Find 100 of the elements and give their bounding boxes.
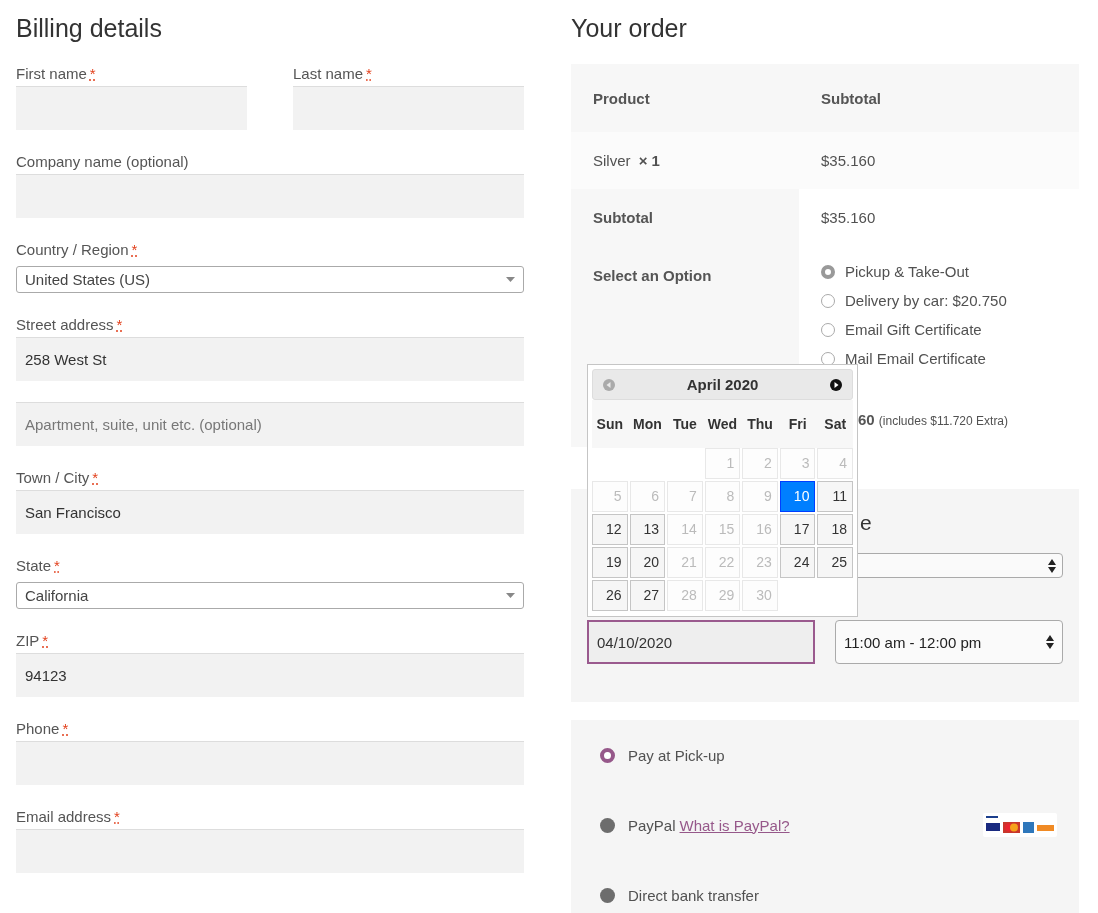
radio-button[interactable] [600,817,615,833]
option-label: Mail Email Certificate [845,350,986,367]
calendar-day[interactable]: 18 [817,514,853,545]
option-label: Pickup & Take-Out [845,263,969,280]
weekday-label: Tue [672,416,698,432]
product-name: Silver [593,152,631,169]
payment-method-label: Pay at Pick-up [628,746,725,764]
calendar-day: 3 [779,448,816,479]
radio-button[interactable] [821,322,835,337]
input-field[interactable] [16,174,524,218]
calendar-day[interactable]: 13 [629,514,666,545]
field-label: Company name (optional) [16,153,189,170]
required-mark: * [131,241,138,258]
calendar-day: 14 [667,514,703,545]
required-mark: * [54,557,60,574]
field-label: ZIP [16,632,40,649]
field-label: Country / Region [16,241,129,258]
calendar-day[interactable]: 25 [817,547,853,578]
next-month-icon[interactable] [830,378,842,391]
what-is-paypal-link[interactable]: What is PayPal? [679,816,790,834]
calendar-day: 9 [742,481,778,512]
calendar-day[interactable]: 10 [779,481,816,512]
field-label: Town / City [16,469,90,486]
required-mark: * [62,720,69,737]
calendar-day: 28 [667,580,703,611]
field-label: Street address [16,316,114,333]
calendar-day: 16 [742,514,778,545]
calendar-day: 29 [704,580,741,611]
option-label: Delivery by car: $20.750 [845,292,1007,309]
weekday-label: Sun [595,416,624,432]
input-field[interactable]: San Francisco [16,490,524,534]
calendar-day[interactable]: 12 [592,514,628,545]
input-field[interactable] [293,86,524,130]
select-field[interactable]: California [16,582,524,609]
month-title: April 2020 [686,376,759,393]
weekday-label: Fri [787,416,808,432]
updown-icon [1046,635,1054,649]
calendar-day: 1 [704,448,741,479]
input-field[interactable] [16,741,524,785]
input-field[interactable]: 94123 [16,653,524,697]
input-field[interactable]: 258 West St [16,337,524,381]
required-mark: * [116,316,123,333]
total-amount: 60 [858,411,875,428]
calendar-day: 22 [704,547,741,578]
column-header: Product [592,89,651,107]
calendar-day[interactable]: 20 [629,547,666,578]
field-label: Email address [16,808,112,825]
required-mark: * [89,65,96,82]
radio-button[interactable] [600,747,615,763]
required-mark: * [92,469,99,486]
calendar-day[interactable]: 11 [817,481,853,512]
column-header: Subtotal [820,89,882,107]
payment-method-label: Direct bank transfer [628,886,759,904]
section-title: Your order [571,13,688,44]
calendar-day: 15 [704,514,741,545]
caret-icon [506,593,515,598]
table-cell-text: $35.160 [820,152,877,169]
input-field[interactable] [16,829,524,873]
weekday-label: Thu [746,416,774,432]
required-mark: * [42,632,49,649]
input-field[interactable] [16,86,247,130]
required-mark: * [366,65,372,82]
weekday-label: Wed [706,416,739,432]
calendar-day[interactable]: 24 [779,547,816,578]
radio-button[interactable] [821,351,835,366]
weekday-label: Mon [631,416,663,432]
previous-month-icon[interactable] [603,378,615,391]
calendar-day: 30 [742,580,778,611]
updown-icon [1048,558,1056,573]
field-label: State [16,557,52,574]
section-title: Billing details [16,13,163,44]
tax-note: (includes $11.720 Extra) [878,414,1009,428]
caret-icon [506,277,515,282]
radio-button[interactable] [821,264,835,279]
calendar-day[interactable]: 26 [592,580,628,611]
required-mark: * [114,808,120,825]
quantity: × 1 [638,152,660,169]
calendar-day[interactable]: 27 [629,580,666,611]
radio-button[interactable] [821,293,835,308]
table-cell: $35.160 [821,209,876,226]
field-label: First name [16,65,87,82]
calendar-day: 7 [667,481,703,512]
select-field[interactable]: United States (US) [16,266,524,293]
select-field[interactable]: 11:00 am - 12:00 pm [835,620,1063,664]
row-label: Subtotal [571,189,799,247]
section-heading: e [860,510,872,536]
calendar-day: 5 [592,481,628,512]
radio-button[interactable] [600,887,615,903]
payment-method-label: PayPal [628,816,676,834]
input-field[interactable]: Apartment, suite, unit etc. (optional) [16,402,524,446]
calendar-day: 6 [629,481,666,512]
option-label: Email Gift Certificate [845,321,982,338]
calendar-day[interactable]: 19 [592,547,628,578]
calendar-day: 23 [742,547,778,578]
date-field[interactable]: 04/10/2020 [587,620,815,664]
field-label: Last name [293,65,364,82]
weekday-label: Sat [823,416,848,432]
calendar-day: 8 [704,481,741,512]
field-label: Phone [16,720,60,737]
calendar-day[interactable]: 17 [779,514,816,545]
